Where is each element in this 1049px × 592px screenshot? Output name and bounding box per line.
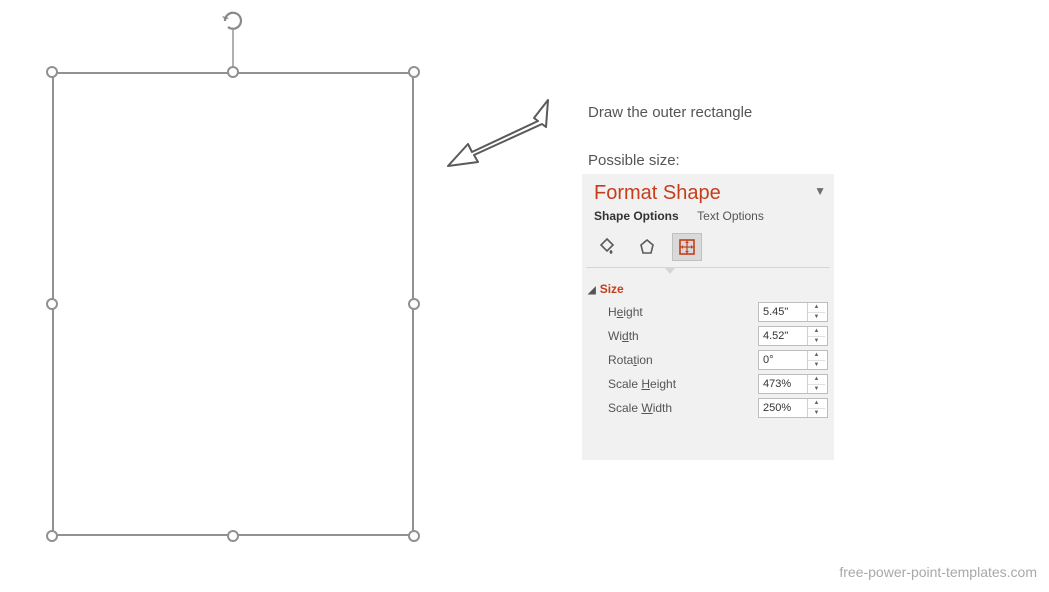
fill-line-icon[interactable] <box>592 233 622 261</box>
rotation-step-up[interactable]: ▲ <box>808 351 825 361</box>
selected-shape[interactable] <box>52 72 414 536</box>
width-input[interactable] <box>759 327 807 345</box>
collapse-triangle-icon[interactable]: ◢ <box>588 285 596 296</box>
instruction-text-2: Possible size: <box>588 152 680 169</box>
width-spinner[interactable]: ▲▼ <box>758 326 828 346</box>
resize-handle-top-left[interactable] <box>46 66 58 78</box>
resize-handle-top-right[interactable] <box>408 66 420 78</box>
panel-title-text: Format Shape <box>594 182 721 204</box>
scale-width-spinner[interactable]: ▲▼ <box>758 398 828 418</box>
size-properties-icon[interactable] <box>672 233 702 261</box>
rotation-input[interactable] <box>759 351 807 369</box>
instruction-text-1: Draw the outer rectangle <box>588 104 752 121</box>
width-step-down[interactable]: ▼ <box>808 337 825 346</box>
rotation-spinner[interactable]: ▲▼ <box>758 350 828 370</box>
scale-height-label: Scale Height <box>608 377 676 391</box>
panel-tabs: Shape Options Text Options <box>582 205 834 223</box>
resize-handle-bottom-right[interactable] <box>408 530 420 542</box>
scale-height-step-down[interactable]: ▼ <box>808 385 825 394</box>
annotation-arrow-icon <box>438 92 558 177</box>
height-step-up[interactable]: ▲ <box>808 303 825 313</box>
height-label: Height <box>608 305 643 319</box>
height-spinner[interactable]: ▲▼ <box>758 302 828 322</box>
size-section-label: Size <box>600 282 624 296</box>
size-section-header[interactable]: ◢ Size <box>582 274 834 300</box>
resize-handle-bottom-left[interactable] <box>46 530 58 542</box>
resize-handle-middle-right[interactable] <box>408 298 420 310</box>
width-row: Width ▲▼ <box>582 324 834 348</box>
rotation-stem <box>232 30 234 66</box>
tab-pointer-icon <box>664 267 676 274</box>
panel-separator <box>586 267 830 268</box>
effects-icon[interactable] <box>632 233 662 261</box>
rotation-step-down[interactable]: ▼ <box>808 361 825 370</box>
width-label: Width <box>608 329 639 343</box>
tab-shape-options[interactable]: Shape Options <box>594 209 679 223</box>
scale-width-label: Scale Width <box>608 401 672 415</box>
tab-text-options[interactable]: Text Options <box>697 209 764 223</box>
scale-height-spinner[interactable]: ▲▼ <box>758 374 828 394</box>
scale-height-row: Scale Height ▲▼ <box>582 372 834 396</box>
rotation-label: Rotation <box>608 353 653 367</box>
format-shape-panel: Format Shape ▼ Shape Options Text Option… <box>582 174 834 460</box>
resize-handle-bottom-middle[interactable] <box>227 530 239 542</box>
scale-height-input[interactable] <box>759 375 807 393</box>
scale-height-step-up[interactable]: ▲ <box>808 375 825 385</box>
resize-handle-middle-left[interactable] <box>46 298 58 310</box>
scale-width-step-down[interactable]: ▼ <box>808 409 825 418</box>
scale-width-row: Scale Width ▲▼ <box>582 396 834 420</box>
height-input[interactable] <box>759 303 807 321</box>
height-row: Height ▲▼ <box>582 300 834 324</box>
resize-handle-top-middle[interactable] <box>227 66 239 78</box>
scale-width-step-up[interactable]: ▲ <box>808 399 825 409</box>
panel-icon-row <box>582 223 834 267</box>
watermark-text: free-power-point-templates.com <box>839 564 1037 580</box>
rotation-row: Rotation ▲▼ <box>582 348 834 372</box>
width-step-up[interactable]: ▲ <box>808 327 825 337</box>
panel-collapse-icon[interactable]: ▼ <box>814 184 826 198</box>
panel-title: Format Shape ▼ <box>582 174 834 205</box>
rectangle-shape[interactable] <box>52 72 414 536</box>
rotation-handle-icon[interactable] <box>219 10 247 32</box>
height-step-down[interactable]: ▼ <box>808 313 825 322</box>
scale-width-input[interactable] <box>759 399 807 417</box>
